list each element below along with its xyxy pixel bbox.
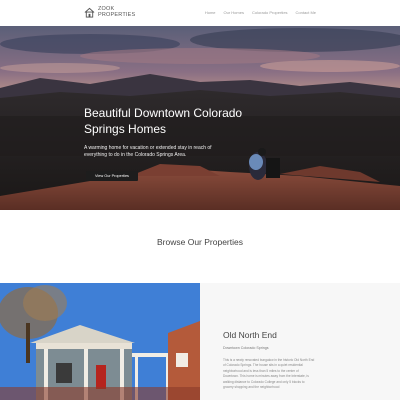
hero-title: Beautiful Downtown Colorado Springs Home…: [84, 106, 243, 136]
property-name[interactable]: Old North End: [223, 330, 277, 340]
house-logo-icon: [84, 7, 95, 18]
main-nav: Home Our Homes Colorado Properties Conta…: [205, 10, 316, 15]
property-card: Old North End Downtown Colorado Springs …: [200, 283, 400, 400]
logo-text: ZOOK PROPERTIES: [98, 6, 143, 18]
property-photo[interactable]: [0, 283, 200, 400]
nav-our-homes[interactable]: Our Homes: [224, 10, 244, 15]
hero-section: Beautiful Downtown Colorado Springs Home…: [0, 26, 400, 210]
view-properties-button[interactable]: View Our Properties: [86, 171, 138, 181]
logo[interactable]: ZOOK PROPERTIES: [84, 6, 143, 18]
property-location: Downtown Colorado Springs: [223, 346, 269, 350]
nav-contact-me[interactable]: Contact Me: [296, 10, 316, 15]
hero-subtitle: A warming home for vacation or extended …: [84, 145, 212, 158]
house-image: [0, 283, 200, 400]
property-description: This is a newly renovated bungalow in th…: [223, 358, 315, 390]
site-header: ZOOK PROPERTIES Home Our Homes Colorado …: [0, 0, 400, 26]
nav-home[interactable]: Home: [205, 10, 216, 15]
browse-section: Browse Our Properties: [0, 210, 400, 283]
logo-line-2: PROPERTIES: [98, 11, 136, 18]
nav-colorado-properties[interactable]: Colorado Properties: [252, 10, 288, 15]
section-title: Browse Our Properties: [157, 237, 243, 247]
